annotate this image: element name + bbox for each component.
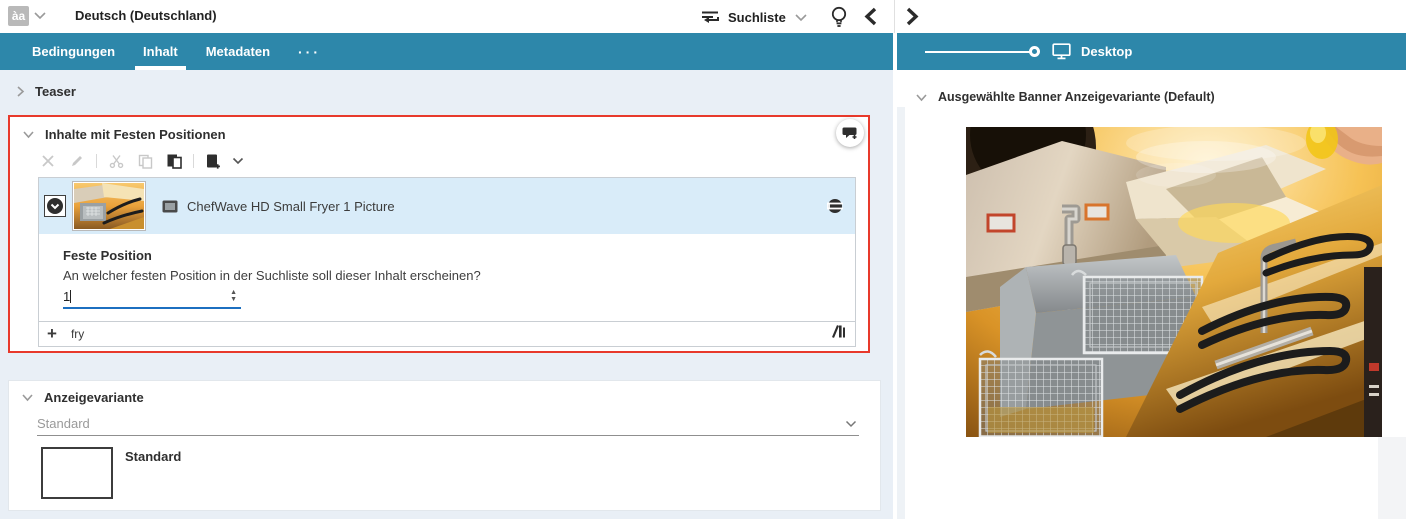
copy-icon — [138, 154, 153, 169]
row-title: ChefWave HD Small Fryer 1 Picture — [187, 199, 395, 214]
variant-preview-box — [41, 447, 113, 499]
section-teaser-title: Teaser — [35, 84, 76, 99]
fixed-position-label: Feste Position — [63, 248, 855, 263]
stepper-up-icon[interactable]: ▲ — [230, 289, 237, 296]
linklist-add-row[interactable]: + fry — [39, 321, 855, 346]
circle-chevron-down-icon — [46, 197, 64, 215]
row-title-wrap: ChefWave HD Small Fryer 1 Picture — [162, 199, 395, 214]
section-fixed-positions: Inhalte mit Festen Positionen — [8, 115, 870, 353]
create-content-button[interactable] — [203, 151, 223, 171]
content-thumbnail — [72, 181, 146, 231]
view-mode-label: Suchliste — [728, 10, 786, 25]
fixed-positions-linklist: ChefWave HD Small Fryer 1 Picture — [38, 177, 856, 347]
display-variant-title: Anzeigevariante — [44, 390, 144, 405]
copy-button[interactable] — [135, 151, 155, 171]
section-fixed-positions-title: Inhalte mit Festen Positionen — [45, 127, 226, 142]
navigate-back-icon[interactable] — [862, 6, 880, 27]
comment-plus-icon — [842, 125, 859, 141]
display-variant-selected: Standard — [37, 416, 90, 431]
fixed-position-value: 1 — [63, 289, 70, 304]
toolbar-divider — [193, 154, 194, 168]
form-content: Teaser Inhalte mit Festen Positionen — [0, 70, 893, 519]
device-label: Desktop — [1081, 44, 1132, 59]
studio-window: àa Deutsch (Deutschland) Suchliste — [0, 0, 1406, 519]
add-comment-button[interactable] — [836, 119, 864, 147]
globe-status-icon — [827, 198, 843, 214]
edit-button[interactable] — [67, 151, 87, 171]
locale-label: Deutsch (Deutschland) — [75, 8, 217, 23]
stepper-down-icon[interactable]: ▼ — [230, 296, 237, 303]
display-variant-select[interactable]: Standard — [37, 414, 859, 436]
fixed-position-form: Feste Position An welcher festen Positio… — [39, 234, 855, 309]
view-mode-dropdown[interactable]: Suchliste — [700, 5, 808, 29]
desktop-monitor-icon — [1052, 43, 1071, 60]
display-variant-header[interactable]: Anzeigevariante — [21, 390, 144, 405]
section-teaser[interactable]: Teaser — [16, 84, 76, 99]
banner-preview-image — [966, 127, 1382, 437]
section-fixed-positions-header[interactable]: Inhalte mit Festen Positionen — [22, 127, 226, 142]
create-content-chevron-icon[interactable] — [232, 157, 244, 165]
linklist-row[interactable]: ChefWave HD Small Fryer 1 Picture — [39, 178, 855, 234]
number-stepper[interactable]: ▲ ▼ — [230, 289, 237, 303]
row-status-icon-wrap[interactable] — [827, 198, 843, 219]
hint-lightbulb-icon[interactable] — [828, 5, 850, 29]
chevron-down-icon — [915, 93, 928, 102]
device-slider-knob[interactable] — [1029, 46, 1040, 57]
navigate-forward-icon[interactable] — [903, 6, 921, 27]
add-plus-icon[interactable]: + — [47, 324, 57, 344]
view-mode-chevron-icon — [794, 13, 808, 22]
add-document-icon — [205, 153, 222, 170]
chevron-right-icon — [16, 85, 25, 98]
paste-icon — [166, 153, 183, 170]
cut-button[interactable] — [106, 151, 126, 171]
form-tab-bar: Bedingungen Inhalt Metadaten ··· — [0, 33, 893, 70]
tab-overflow-menu[interactable]: ··· — [284, 33, 335, 70]
library-icon — [831, 324, 847, 339]
remove-button[interactable] — [38, 151, 58, 171]
pencil-icon — [70, 154, 84, 168]
paste-button[interactable] — [164, 151, 184, 171]
fixed-position-question: An welcher festen Position in der Suchli… — [63, 268, 855, 283]
device-bar: Desktop — [897, 33, 1406, 70]
bottom-right-spacer — [1378, 437, 1406, 519]
top-bar-divider — [894, 0, 895, 33]
search-list-icon — [700, 9, 720, 26]
preview-section-title: Ausgewählte Banner Anzeigevariante (Defa… — [938, 90, 1215, 104]
document-form-panel: Bedingungen Inhalt Metadaten ··· Teaser … — [0, 33, 893, 519]
tab-bedingungen[interactable]: Bedingungen — [18, 33, 129, 70]
section-display-variant: Anzeigevariante Standard Standard — [8, 380, 881, 511]
linklist-toolbar — [38, 151, 244, 171]
preview-scroll-track — [897, 107, 905, 519]
chevron-down-icon — [21, 393, 34, 402]
fixed-position-input[interactable]: 1 ▲ ▼ — [63, 287, 241, 309]
chevron-down-icon — [22, 130, 35, 139]
scissors-icon — [109, 154, 124, 169]
row-expand-button[interactable] — [44, 195, 66, 217]
variant-option-label: Standard — [125, 449, 181, 464]
device-slider-track[interactable] — [925, 51, 1031, 53]
add-search-text[interactable]: fry — [71, 327, 84, 341]
picture-type-icon — [162, 200, 178, 213]
open-library-button[interactable] — [831, 324, 847, 344]
select-chevron-icon — [845, 420, 857, 428]
preview-section-header[interactable]: Ausgewählte Banner Anzeigevariante (Defa… — [915, 90, 1215, 104]
text-caret — [70, 290, 71, 303]
preview-content: Ausgewählte Banner Anzeigevariante (Defa… — [897, 70, 1406, 519]
language-dropdown-chevron-icon[interactable] — [33, 11, 47, 20]
toolbar-divider — [96, 154, 97, 168]
preview-panel: Desktop Ausgewählte Banner Anzeigevarian… — [897, 33, 1406, 519]
remove-x-icon — [41, 154, 55, 168]
language-icon[interactable]: àa — [8, 6, 29, 26]
tab-metadaten[interactable]: Metadaten — [192, 33, 284, 70]
display-variant-option[interactable]: Standard — [41, 447, 181, 499]
tab-inhalt[interactable]: Inhalt — [129, 33, 192, 70]
top-bar: àa Deutsch (Deutschland) Suchliste — [0, 0, 1406, 33]
